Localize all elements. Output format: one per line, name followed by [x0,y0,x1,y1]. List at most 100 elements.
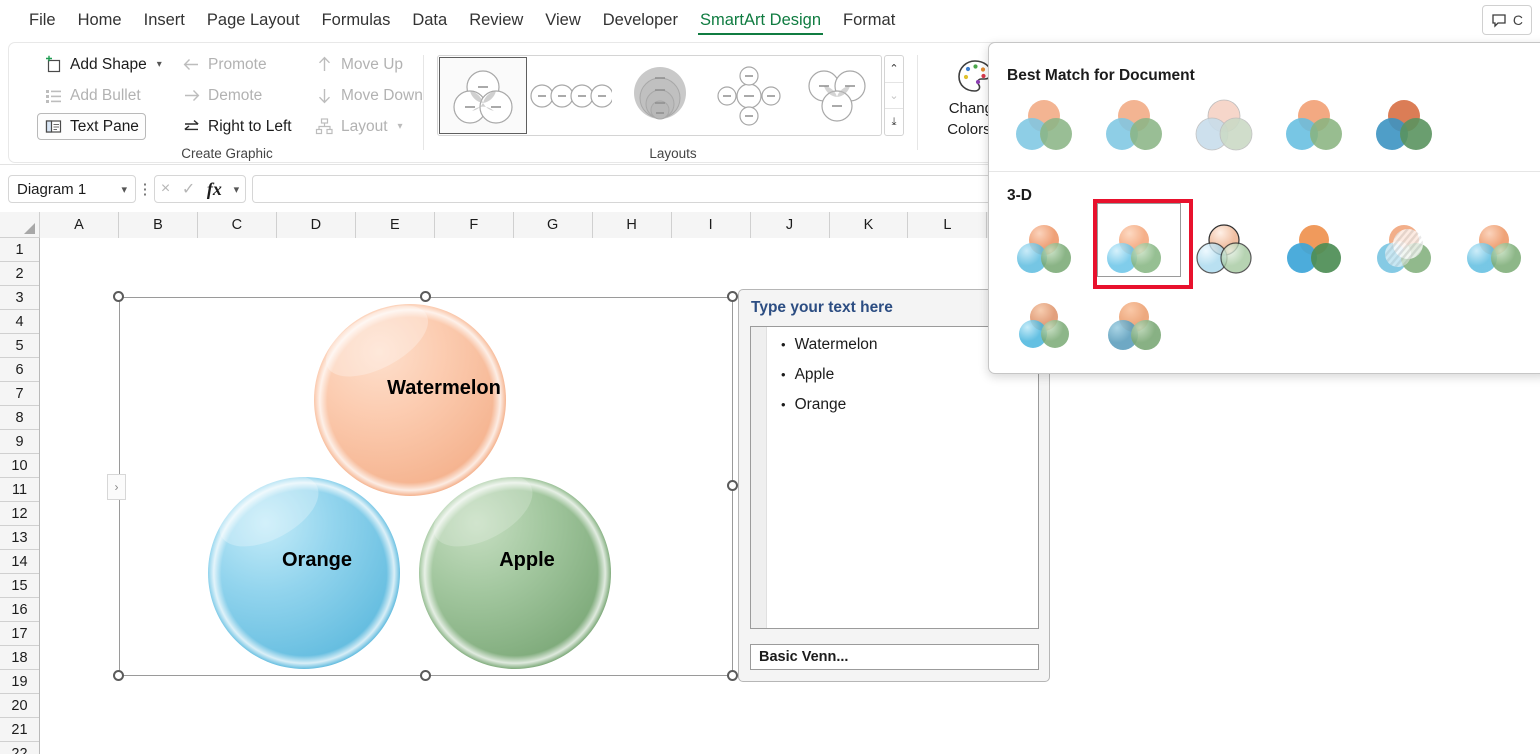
text-pane-item-label: Watermelon [794,336,878,353]
column-header-f[interactable]: F [434,212,514,238]
row-header-17[interactable]: 17 [0,622,39,646]
column-header-k[interactable]: K [829,212,909,238]
venn-swatch-icon [1376,100,1432,150]
promote-button[interactable]: Promote [175,51,274,78]
gallery-more-icon[interactable]: ⤓ [885,108,903,135]
row-header-8[interactable]: 8 [0,406,39,430]
row-header-16[interactable]: 16 [0,598,39,622]
resize-handle-middle-right[interactable] [727,480,738,491]
layout-item-stacked-venn[interactable] [793,57,881,134]
tab-formulas[interactable]: Formulas [311,0,402,40]
row-header-15[interactable]: 15 [0,574,39,598]
row-header-10[interactable]: 10 [0,454,39,478]
smartart-object[interactable]: › Watermelon Orange Apple [107,291,738,681]
row-header-7[interactable]: 7 [0,382,39,406]
row-header-2[interactable]: 2 [0,262,39,286]
resize-handle-top-left[interactable] [113,291,124,302]
resize-handle-top-right[interactable] [727,291,738,302]
tab-developer[interactable]: Developer [592,0,689,40]
column-header-l[interactable]: L [908,212,988,238]
column-header-i[interactable]: I [671,212,751,238]
swatch-inset-accent-1[interactable] [1089,293,1179,361]
row-header-6[interactable]: 6 [0,358,39,382]
text-pane-button[interactable]: Text Pane [37,113,146,140]
row-header-13[interactable]: 13 [0,526,39,550]
row-header-9[interactable]: 9 [0,430,39,454]
row-header-3[interactable]: 3 [0,286,39,310]
layout-button[interactable]: Layout ▾ [308,113,410,140]
right-to-left-button[interactable]: Right to Left [175,113,299,140]
add-shape-button[interactable]: Add Shape ▾ [37,51,169,78]
column-header-a[interactable]: A [40,212,119,238]
row-header-20[interactable]: 20 [0,694,39,718]
row-header-22[interactable]: 22 [0,742,39,754]
add-bullet-button[interactable]: Add Bullet [37,82,148,109]
layout-chevron-down-icon[interactable]: ▾ [398,121,403,132]
formula-bar-overflow-icon[interactable]: ⋮ [136,180,154,198]
swatch-gradient-loop-accent-1[interactable] [999,215,1089,283]
text-pane-item[interactable]: • Orange [781,396,1032,426]
resize-handle-bottom-right[interactable] [727,670,738,681]
row-header-5[interactable]: 5 [0,334,39,358]
layout-item-basic-venn[interactable] [439,57,527,134]
swatch-colored-fill-accent-1[interactable] [1179,91,1269,159]
row-header-11[interactable]: 11 [0,478,39,502]
tab-format[interactable]: Format [832,0,906,40]
column-header-e[interactable]: E [355,212,435,238]
swatch-dark-gloss-accent-1[interactable] [1269,215,1359,283]
tab-insert[interactable]: Insert [133,0,196,40]
layout-item-radial-cycle[interactable] [705,57,793,134]
resize-handle-bottom-left[interactable] [113,670,124,681]
layout-item-nested-target[interactable] [616,57,704,134]
tab-view[interactable]: View [534,0,591,40]
tab-file[interactable]: File [18,0,67,40]
column-header-c[interactable]: C [197,212,277,238]
row-header-1[interactable]: 1 [0,238,39,262]
formula-chevron-down-icon[interactable]: ▾ [234,183,240,196]
tab-review[interactable]: Review [458,0,534,40]
column-header-j[interactable]: J [750,212,830,238]
gallery-scroll-down-icon[interactable]: ⌄ [885,81,903,109]
demote-button[interactable]: Demote [175,82,269,109]
row-header-19[interactable]: 19 [0,670,39,694]
enter-formula-icon[interactable]: ✓ [182,179,195,199]
layout-item-basic-process[interactable] [528,57,616,134]
column-header-d[interactable]: D [276,212,356,238]
row-header-14[interactable]: 14 [0,550,39,574]
swatch-colorful-range-accent-colors-3d[interactable] [1089,199,1193,289]
name-box-chevron-down-icon[interactable]: ▾ [121,183,127,196]
add-shape-chevron-down-icon[interactable]: ▾ [157,59,162,70]
tab-smartart-design[interactable]: SmartArt Design [689,0,832,40]
row-header-4[interactable]: 4 [0,310,39,334]
cancel-formula-icon[interactable]: × [161,180,170,198]
swatch-colorful-accent-colors[interactable] [999,91,1089,159]
swatch-polished-accent-1[interactable] [999,293,1089,361]
basic-process-thumb-icon [530,83,613,108]
column-header-b[interactable]: B [118,212,198,238]
swatch-dark-fill-accent-1[interactable] [1359,91,1449,159]
column-header-g[interactable]: G [513,212,593,238]
tab-data[interactable]: Data [401,0,458,40]
swatch-colorful-range-accent-2-3[interactable] [1089,91,1179,159]
select-all-corner[interactable] [0,212,40,238]
column-header-h[interactable]: H [592,212,672,238]
tab-page-layout[interactable]: Page Layout [196,0,311,40]
swatch-row-3d-2 [999,293,1179,361]
comments-button[interactable]: C [1481,5,1532,35]
gallery-scroll-up-icon[interactable]: ⌃ [885,56,903,82]
move-down-button[interactable]: Move Down [308,82,430,109]
layouts-gallery-scroll[interactable]: ⌃ ⌄ ⤓ [884,55,904,136]
swatch-patterned-accent-colors[interactable] [1359,215,1449,283]
text-pane-toggle-button[interactable]: › [107,474,126,500]
name-box[interactable]: Diagram 1 ▾ [8,175,136,203]
layouts-gallery[interactable] [437,55,882,136]
row-header-12[interactable]: 12 [0,502,39,526]
swatch-transparent-gradient-outline[interactable] [1179,215,1269,283]
swatch-colored-outline-accent-1[interactable] [1269,91,1359,159]
row-header-18[interactable]: 18 [0,646,39,670]
move-up-button[interactable]: Move Up [308,51,410,78]
insert-function-icon[interactable]: fx [207,179,222,200]
row-header-21[interactable]: 21 [0,718,39,742]
swatch-metallic-accent-1[interactable] [1449,215,1539,283]
tab-home[interactable]: Home [67,0,133,40]
